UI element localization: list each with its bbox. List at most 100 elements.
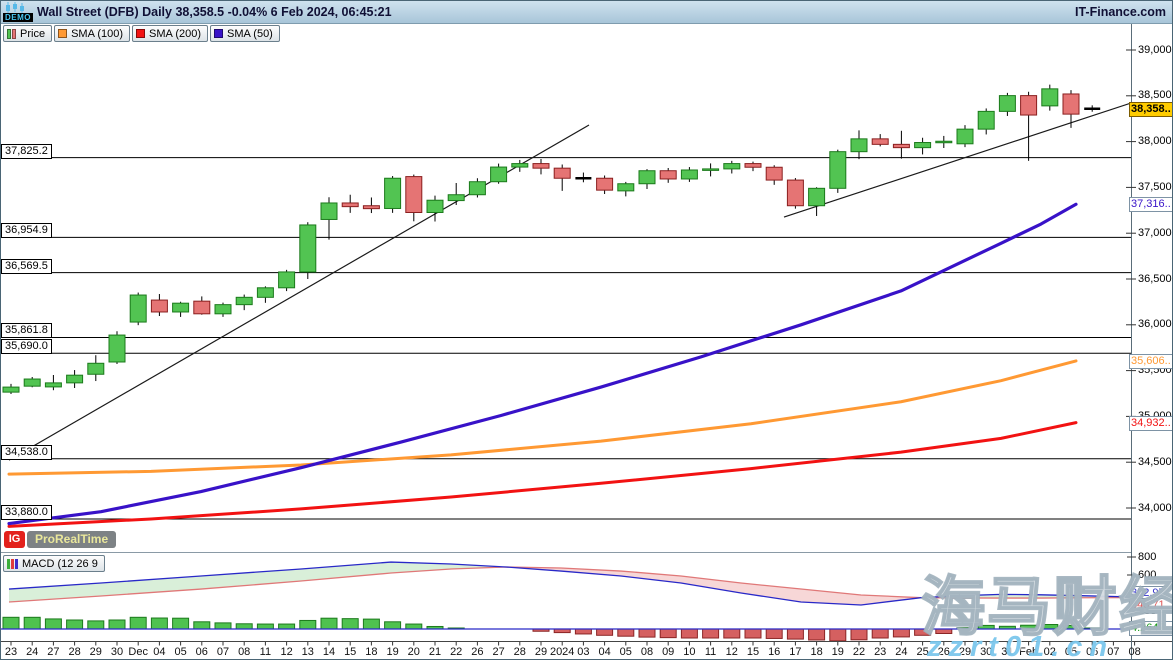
price-tick-39,000: 39,000 bbox=[1138, 44, 1172, 56]
macd-tick-600: 600 bbox=[1138, 569, 1156, 581]
x-label-43: 25 bbox=[916, 646, 928, 658]
legend-chip-price[interactable]: Price bbox=[3, 25, 52, 42]
legend-label: Price bbox=[20, 28, 45, 40]
macd-box-2: 4.2647 bbox=[1129, 621, 1173, 636]
x-label-35: 15 bbox=[747, 646, 759, 658]
x-label-47: 31 bbox=[1001, 646, 1013, 658]
price-tick-37,000: 37,000 bbox=[1138, 227, 1172, 239]
price-tick-38,000: 38,000 bbox=[1138, 135, 1172, 147]
demo-badge: DEMO bbox=[1, 1, 31, 23]
x-label-11: 08 bbox=[238, 646, 250, 658]
x-label-10: 07 bbox=[217, 646, 229, 658]
legend-chip-macd[interactable]: MACD (12 26 9 bbox=[3, 555, 105, 572]
x-label-42: 24 bbox=[895, 646, 907, 658]
x-label-16: 15 bbox=[344, 646, 356, 658]
x-label-52: 07 bbox=[1107, 646, 1119, 658]
x-label-49: 02 bbox=[1044, 646, 1056, 658]
x-label-1: 24 bbox=[26, 646, 38, 658]
legend-label: MACD (12 26 9 bbox=[22, 558, 98, 570]
x-label-44: 26 bbox=[938, 646, 950, 658]
x-label-0: 23 bbox=[5, 646, 17, 658]
x-label-37: 17 bbox=[789, 646, 801, 658]
x-label-12: 11 bbox=[260, 646, 271, 658]
x-label-15: 14 bbox=[323, 646, 335, 658]
x-label-32: 10 bbox=[683, 646, 695, 658]
x-label-27: 03 bbox=[577, 646, 589, 658]
x-label-46: 30 bbox=[980, 646, 992, 658]
sma100-swatch-icon bbox=[58, 29, 67, 38]
legend-chip-sma200[interactable]: SMA (200) bbox=[132, 25, 208, 42]
legend-chip-sma50[interactable]: SMA (50) bbox=[210, 25, 280, 42]
price-box-3: 34,932.. bbox=[1129, 416, 1173, 431]
macd-tick-800: 800 bbox=[1138, 551, 1156, 563]
x-label-23: 27 bbox=[492, 646, 504, 658]
x-label-13: 12 bbox=[280, 646, 292, 658]
demo-label: DEMO bbox=[3, 13, 33, 22]
macd-box-1: 348.71 bbox=[1129, 598, 1173, 613]
x-label-28: 04 bbox=[598, 646, 610, 658]
x-label-40: 22 bbox=[853, 646, 865, 658]
price-candles-icon bbox=[7, 29, 16, 39]
ig-logo: IG bbox=[4, 531, 25, 548]
chart-window: DEMO Wall Street (DFB) Daily 38,358.5 -0… bbox=[0, 0, 1173, 660]
price-box-0: 38,358.. bbox=[1129, 102, 1173, 117]
level-label-6: 33,880.0 bbox=[1, 505, 52, 520]
sma200-swatch-icon bbox=[136, 29, 145, 38]
level-label-4: 35,690.0 bbox=[1, 339, 52, 354]
x-label-48: Feb bbox=[1019, 646, 1038, 658]
price-tick-36,000: 36,000 bbox=[1138, 318, 1172, 330]
price-tick-38,500: 38,500 bbox=[1138, 89, 1172, 101]
x-label-29: 05 bbox=[620, 646, 632, 658]
price-tick-34,000: 34,000 bbox=[1138, 502, 1172, 514]
legend-chip-sma100[interactable]: SMA (100) bbox=[54, 25, 130, 42]
x-label-17: 18 bbox=[365, 646, 377, 658]
x-label-30: 08 bbox=[641, 646, 653, 658]
x-label-9: 06 bbox=[196, 646, 208, 658]
level-label-1: 36,954.9 bbox=[1, 223, 52, 238]
x-label-14: 13 bbox=[302, 646, 314, 658]
level-label-3: 35,861.8 bbox=[1, 323, 52, 338]
prorealtime-badge[interactable]: IG ProRealTime bbox=[4, 531, 116, 548]
x-label-8: 05 bbox=[174, 646, 186, 658]
x-label-3: 28 bbox=[68, 646, 80, 658]
x-label-22: 26 bbox=[471, 646, 483, 658]
x-label-38: 18 bbox=[810, 646, 822, 658]
brand-link[interactable]: IT-Finance.com bbox=[1075, 5, 1166, 19]
x-label-34: 12 bbox=[726, 646, 738, 658]
x-label-20: 21 bbox=[429, 646, 441, 658]
x-label-33: 11 bbox=[705, 646, 716, 658]
sma50-swatch-icon bbox=[214, 29, 223, 38]
x-label-2: 27 bbox=[47, 646, 59, 658]
x-label-31: 09 bbox=[662, 646, 674, 658]
x-label-4: 29 bbox=[90, 646, 102, 658]
x-label-26: 2024 bbox=[550, 646, 574, 658]
prorealtime-label: ProRealTime bbox=[27, 531, 116, 548]
level-label-0: 37,825.2 bbox=[1, 144, 52, 159]
x-label-7: 04 bbox=[153, 646, 165, 658]
x-label-41: 23 bbox=[874, 646, 886, 658]
price-box-2: 35,606.. bbox=[1129, 354, 1173, 369]
x-label-39: 19 bbox=[832, 646, 844, 658]
x-label-6: Dec bbox=[128, 646, 148, 658]
x-label-50: 05 bbox=[1065, 646, 1077, 658]
chart-canvas[interactable] bbox=[1, 1, 1173, 660]
legend-label: SMA (100) bbox=[71, 28, 123, 40]
price-box-1: 37,316.. bbox=[1129, 197, 1173, 212]
x-label-21: 22 bbox=[450, 646, 462, 658]
price-tick-34,500: 34,500 bbox=[1138, 456, 1172, 468]
title-bar: DEMO Wall Street (DFB) Daily 38,358.5 -0… bbox=[1, 1, 1172, 24]
level-label-2: 36,569.5 bbox=[1, 259, 52, 274]
x-label-5: 30 bbox=[111, 646, 123, 658]
indicator-legend: Price SMA (100) SMA (200) SMA (50) bbox=[3, 25, 280, 42]
legend-label: SMA (200) bbox=[149, 28, 201, 40]
chart-title: Wall Street (DFB) Daily 38,358.5 -0.04% … bbox=[37, 5, 392, 19]
level-label-5: 34,538.0 bbox=[1, 445, 52, 460]
x-label-24: 28 bbox=[514, 646, 526, 658]
macd-bars-icon bbox=[7, 559, 18, 569]
x-label-36: 16 bbox=[768, 646, 780, 658]
x-label-19: 20 bbox=[408, 646, 420, 658]
legend-label: SMA (50) bbox=[227, 28, 273, 40]
x-label-18: 19 bbox=[386, 646, 398, 658]
price-tick-37,500: 37,500 bbox=[1138, 181, 1172, 193]
x-label-25: 29 bbox=[535, 646, 547, 658]
